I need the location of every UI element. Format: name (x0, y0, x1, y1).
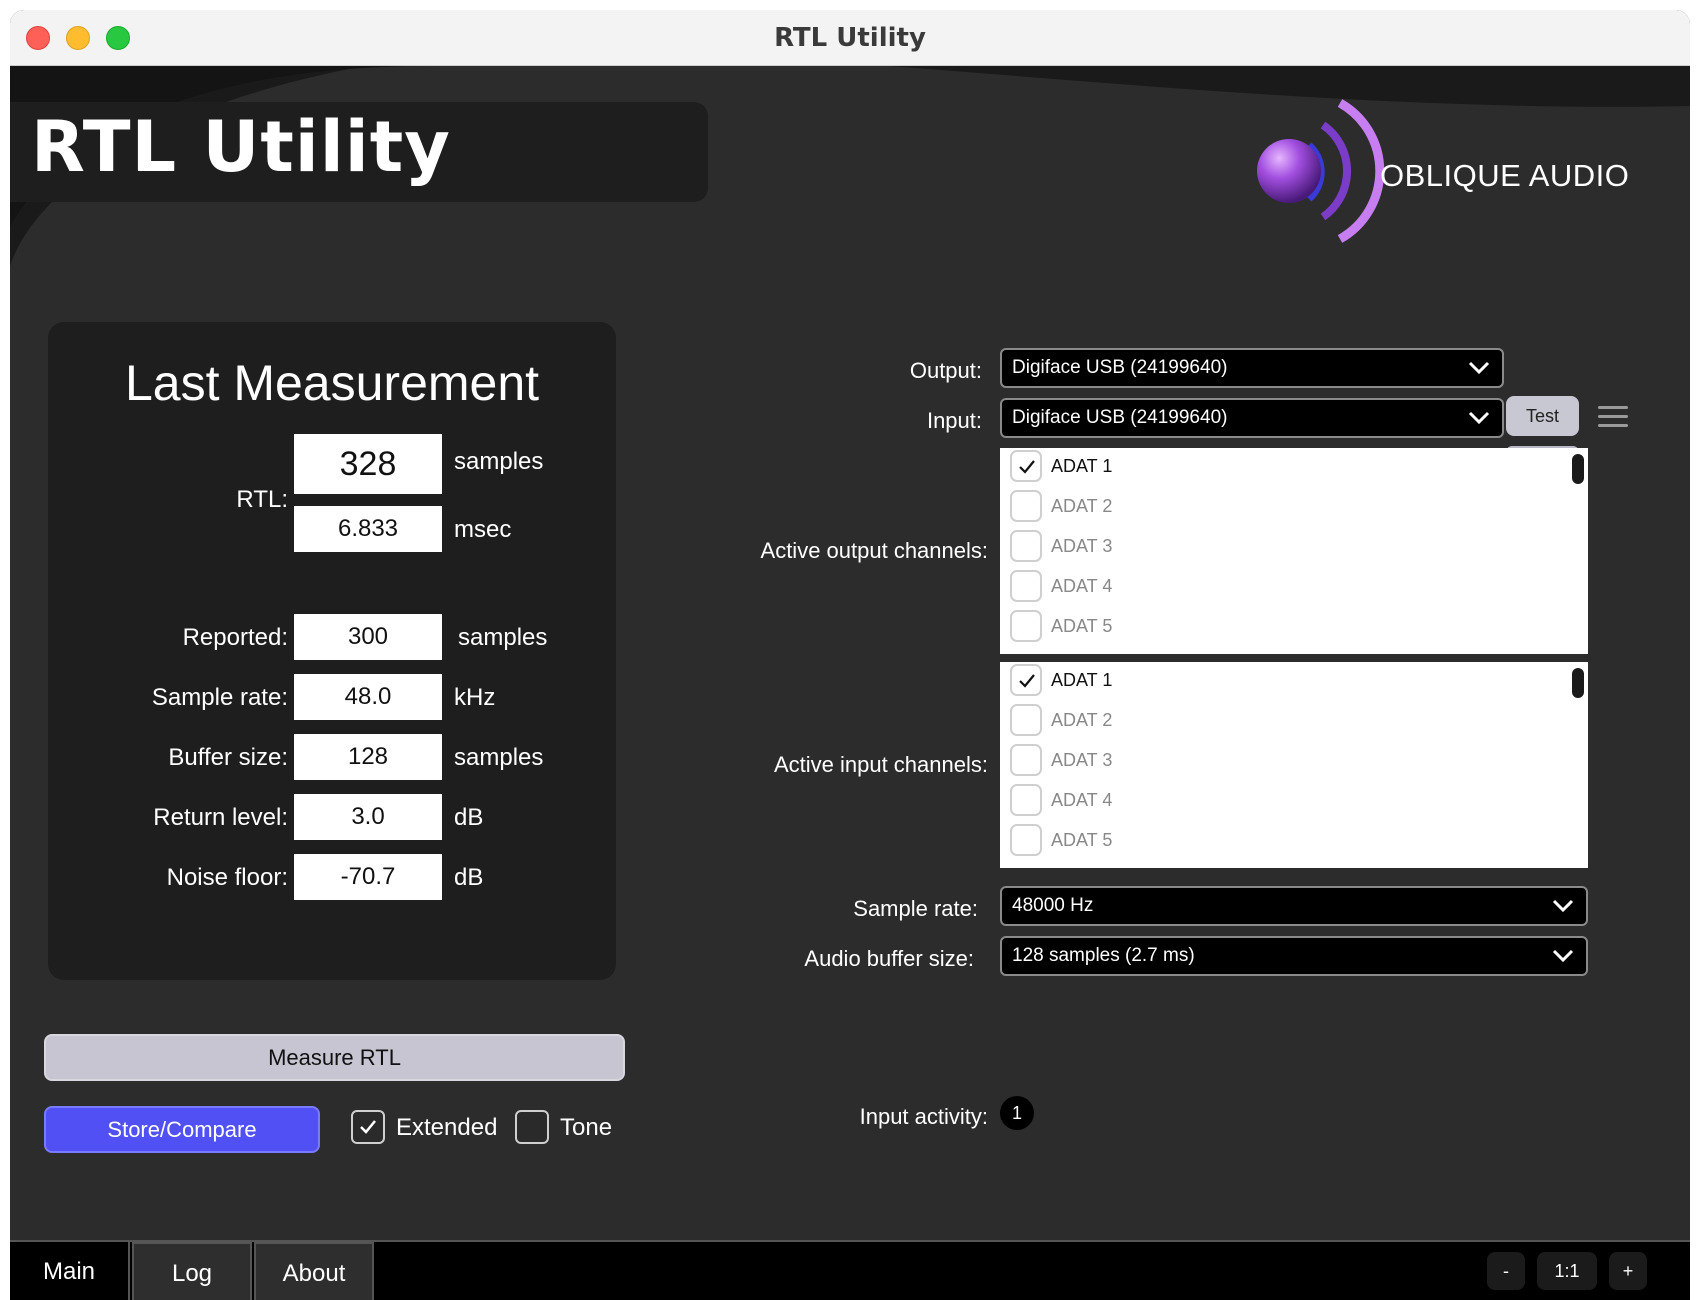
zoom-level-button[interactable]: 1:1 (1537, 1252, 1597, 1290)
audio-buffer-size-select[interactable]: 128 samples (2.7 ms) (1000, 936, 1588, 976)
reported-unit: samples (458, 624, 548, 651)
channel-checkbox[interactable] (1010, 570, 1042, 602)
chevron-down-icon (1468, 361, 1490, 375)
input-list-scrollbar[interactable] (1572, 668, 1584, 698)
return-level-value: 3.0 (294, 794, 442, 840)
channel-checkbox[interactable] (1010, 610, 1042, 642)
return-level-unit: dB (454, 804, 484, 831)
output-device-value: Digiface USB (24199640) (1012, 357, 1228, 378)
tab-about[interactable]: About (254, 1242, 374, 1300)
output-label: Output: (909, 358, 982, 383)
channel-label: ADAT 1 (1051, 670, 1113, 690)
measure-rtl-button[interactable]: Measure RTL (44, 1034, 625, 1081)
rtl-samples-value: 328 (294, 434, 442, 494)
hamburger-icon[interactable] (1598, 406, 1628, 428)
sample-rate-select-value: 48000 Hz (1012, 895, 1094, 916)
active-input-channels-label: Active input channels: (773, 752, 988, 777)
buffer-size-unit: samples (454, 744, 544, 771)
test-button[interactable]: Test (1506, 396, 1579, 436)
return-level-label: Return level: (153, 804, 288, 831)
sample-rate-select[interactable]: 48000 Hz (1000, 886, 1588, 926)
last-measurement-title: Last Measurement (124, 355, 540, 411)
zoom-out-button[interactable]: - (1487, 1252, 1525, 1290)
rtl-label: RTL: (236, 486, 288, 513)
channel-checkbox[interactable] (1010, 704, 1042, 736)
audio-buffer-size-value: 128 samples (2.7 ms) (1012, 945, 1195, 966)
output-device-select[interactable]: Digiface USB (24199640) (1000, 348, 1504, 388)
reported-value: 300 (294, 614, 442, 660)
brand-name: OBLIQUE AUDIO (1380, 158, 1630, 193)
channel-checkbox[interactable] (1010, 664, 1042, 696)
app-window: RTL Utility RTL Utility OBLIQUE AUDIO La… (10, 10, 1690, 1300)
rtl-samples-unit: samples (454, 448, 544, 475)
noise-floor-label: Noise floor: (166, 864, 288, 891)
reported-label: Reported: (182, 624, 288, 651)
output-list-scrollbar[interactable] (1572, 454, 1584, 484)
checkmark-icon (1019, 674, 1035, 688)
channel-label: ADAT 2 (1051, 710, 1113, 730)
tone-label: Tone (560, 1114, 613, 1141)
chevron-down-icon (1468, 411, 1490, 425)
tab-main[interactable]: Main (10, 1242, 130, 1300)
noise-floor-value: -70.7 (294, 854, 442, 900)
extended-label: Extended (396, 1114, 498, 1141)
channel-label: ADAT 3 (1051, 750, 1113, 770)
input-device-select[interactable]: Digiface USB (24199640) (1000, 398, 1504, 438)
channel-checkbox[interactable] (1010, 490, 1042, 522)
chevron-down-icon (1552, 899, 1574, 913)
noise-floor-unit: dB (454, 864, 484, 891)
input-channel-list[interactable]: ADAT 1 ADAT 2 ADAT 3 ADAT 4 ADAT 5 (1000, 662, 1588, 868)
input-label: Input: (926, 408, 982, 433)
input-activity-label: Input activity: (859, 1104, 988, 1129)
channel-label: ADAT 2 (1051, 496, 1113, 516)
store-compare-button[interactable]: Store/Compare (44, 1106, 320, 1153)
active-output-channels-label: Active output channels: (760, 538, 988, 563)
chevron-down-icon (1552, 949, 1574, 963)
audio-buffer-size-label: Audio buffer size: (804, 946, 974, 971)
title-bar: RTL Utility (10, 10, 1690, 66)
checkmark-icon (1019, 460, 1035, 474)
sample-rate-label: Sample rate: (151, 684, 288, 711)
tab-bar: Main Log About (10, 1240, 1690, 1300)
sample-rate-setting-label: Sample rate: (853, 896, 978, 921)
sample-rate-unit: kHz (454, 684, 496, 711)
rtl-msec-unit: msec (454, 516, 512, 543)
buffer-size-label: Buffer size: (168, 744, 288, 771)
sample-rate-value: 48.0 (294, 674, 442, 720)
buffer-size-value: 128 (294, 734, 442, 780)
app-title: RTL Utility (31, 106, 451, 188)
channel-checkbox[interactable] (1010, 824, 1042, 856)
last-measurement-panel: Last Measurement RTL: 328 samples 6.833 … (48, 322, 616, 980)
tab-log[interactable]: Log (132, 1242, 252, 1300)
checkmark-icon (360, 1120, 376, 1134)
channel-label: ADAT 4 (1051, 576, 1113, 596)
channel-checkbox[interactable] (1010, 784, 1042, 816)
input-activity-indicator: 1 (1000, 1096, 1034, 1130)
window-title: RTL Utility (774, 23, 926, 53)
tone-checkbox[interactable] (515, 1110, 549, 1144)
channel-label: ADAT 5 (1051, 616, 1113, 636)
rtl-msec-value: 6.833 (294, 506, 442, 552)
channel-checkbox[interactable] (1010, 450, 1042, 482)
output-channel-list[interactable]: ADAT 1 ADAT 2 ADAT 3 ADAT 4 ADAT 5 (1000, 448, 1588, 654)
channel-label: ADAT 3 (1051, 536, 1113, 556)
main-content: RTL Utility OBLIQUE AUDIO Last Measureme… (10, 66, 1690, 1300)
extended-checkbox[interactable] (351, 1110, 385, 1144)
channel-label: ADAT 5 (1051, 830, 1113, 850)
channel-checkbox[interactable] (1010, 744, 1042, 776)
input-device-value: Digiface USB (24199640) (1012, 407, 1228, 428)
channel-label: ADAT 1 (1051, 456, 1113, 476)
channel-checkbox[interactable] (1010, 530, 1042, 562)
zoom-in-button[interactable]: + (1609, 1252, 1647, 1290)
channel-label: ADAT 4 (1051, 790, 1113, 810)
